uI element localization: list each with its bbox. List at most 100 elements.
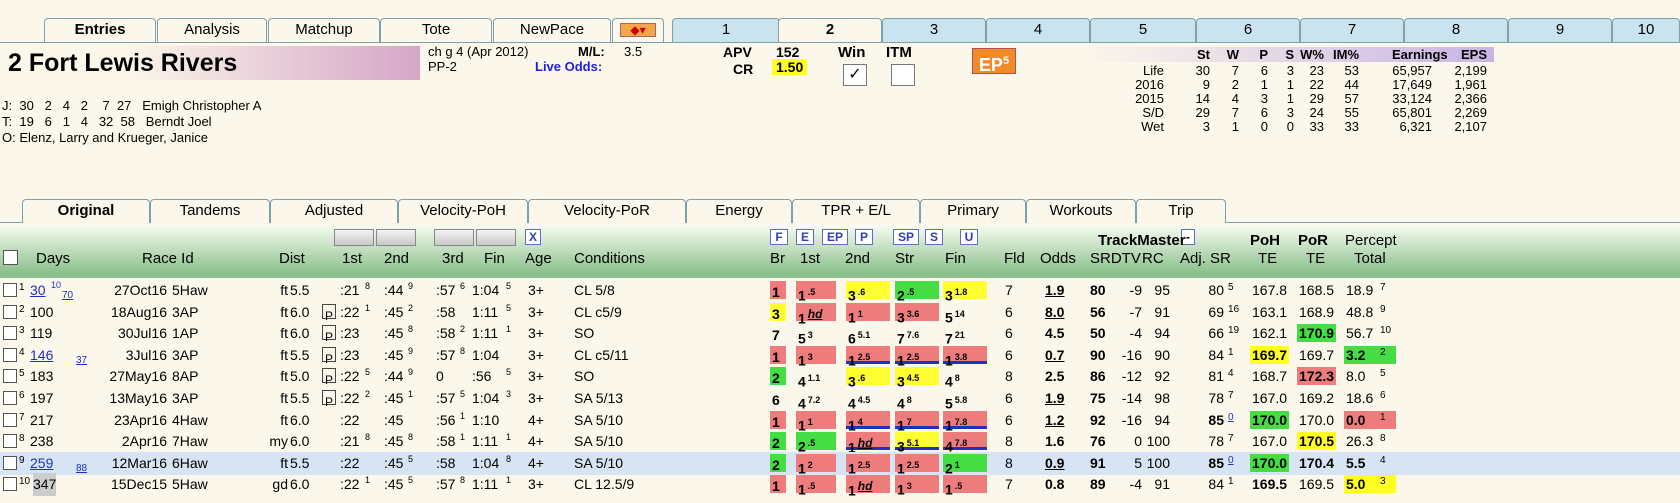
col-race-id[interactable]: Race Id — [142, 250, 194, 267]
col-percept[interactable]: Percept — [1345, 232, 1397, 249]
horse-tab-6[interactable]: 6 — [1196, 18, 1300, 42]
subtab-trip[interactable]: Trip — [1136, 199, 1226, 223]
horse-tab-2[interactable]: 2 — [778, 18, 882, 42]
row-checkbox[interactable] — [3, 434, 17, 449]
days-cell[interactable]: 30 — [30, 279, 46, 302]
col-age[interactable]: Age — [525, 250, 552, 267]
days-cell[interactable]: 347 — [33, 473, 57, 497]
days-cell[interactable]: 197 — [30, 387, 53, 410]
col-dist[interactable]: Dist — [279, 250, 305, 267]
style-button-u[interactable]: U — [960, 229, 978, 245]
odds[interactable]: 1.9 — [1045, 387, 1064, 410]
horse-tab-8[interactable]: 8 — [1404, 18, 1508, 42]
odds[interactable]: 0.9 — [1045, 452, 1064, 475]
days-cell[interactable]: 217 — [30, 409, 53, 432]
itm-checkbox[interactable] — [891, 64, 915, 86]
col-poh[interactable]: PoH — [1250, 232, 1280, 249]
horse-tab-7[interactable]: 7 — [1300, 18, 1404, 42]
row-checkbox[interactable] — [3, 455, 17, 470]
race-date[interactable]: 15Dec15 — [100, 473, 167, 496]
race-row[interactable]: 4 146 37 3Jul16 3AP ft 5.5 P:23:45 9:57 8 1:04 3+ CL… — [0, 344, 1680, 368]
subtab-tandems[interactable]: Tandems — [150, 199, 270, 223]
col-b2nd[interactable]: 2nd — [845, 250, 870, 267]
col-por[interactable]: PoR — [1298, 232, 1328, 249]
subtab-velocity-poh[interactable]: Velocity-PoH — [398, 199, 528, 223]
horse-tab-10[interactable]: 10 — [1612, 18, 1680, 42]
subtab-velocity-por[interactable]: Velocity-PoR — [528, 199, 686, 223]
race-date[interactable]: 13May16 — [100, 387, 167, 410]
days-cell[interactable]: 183 — [30, 365, 53, 388]
style-button-p[interactable]: P — [855, 229, 873, 245]
style-button-e[interactable]: E — [796, 229, 814, 245]
horse-tab-3[interactable]: 3 — [882, 18, 986, 42]
odds[interactable]: 8.0 — [1045, 301, 1064, 324]
col-rc[interactable]: RC — [1142, 250, 1164, 267]
row-checkbox[interactable] — [3, 326, 17, 341]
horse-tab-4[interactable]: 4 — [986, 18, 1090, 42]
odds[interactable]: 1.9 — [1045, 279, 1064, 302]
col-1st[interactable]: 1st — [342, 250, 362, 267]
style-button-s[interactable]: S — [925, 229, 943, 245]
ep-badge[interactable]: EP5 — [972, 48, 1016, 75]
horse-tab-9[interactable]: 9 — [1508, 18, 1612, 42]
col-2nd[interactable]: 2nd — [384, 250, 409, 267]
subtab-energy[interactable]: Energy — [686, 199, 792, 223]
subtab-tpr-e-l[interactable]: TPR + E/L — [792, 199, 920, 223]
race-date[interactable]: 18Aug16 — [100, 301, 167, 324]
subtab-original[interactable]: Original — [22, 199, 150, 223]
subtab-workouts[interactable]: Workouts — [1026, 199, 1136, 223]
row-checkbox[interactable] — [3, 283, 17, 297]
tab-matchup[interactable]: Matchup — [268, 18, 380, 42]
odds[interactable]: 0.8 — [1045, 473, 1064, 496]
odds[interactable]: 0.7 — [1045, 344, 1064, 367]
win-checkbox[interactable]: ✓ — [843, 64, 867, 86]
col-str[interactable]: Str — [895, 250, 914, 267]
flag-tab[interactable]: ◆▾ — [612, 18, 664, 42]
race-row[interactable]: 5 183 27May16 8AP ft 5.0 P:22 5:44 9 0:56 5 3+ SO 2 4 1… — [0, 365, 1680, 390]
subtab-adjusted[interactable]: Adjusted — [270, 199, 398, 223]
race-row[interactable]: 8 238 2Apr16 7Haw my 6.0:21 8:45 8:58 1 1:11 1 4+ SA… — [0, 430, 1680, 456]
col-3rd[interactable]: 3rd — [442, 250, 464, 267]
col-b1st[interactable]: 1st — [800, 250, 820, 267]
style-button-ep[interactable]: EP — [822, 229, 848, 245]
days-cell[interactable]: 119 — [30, 322, 52, 345]
col-bfin[interactable]: Fin — [945, 250, 966, 267]
days-cell[interactable]: 238 — [30, 430, 53, 453]
odds[interactable]: 1.2 — [1045, 409, 1064, 432]
days-cell[interactable]: 146 — [30, 344, 53, 367]
race-date[interactable]: 23Apr16 — [100, 409, 167, 432]
select-all-checkbox[interactable] — [3, 250, 18, 265]
row-checkbox[interactable] — [3, 412, 17, 427]
tab-newpace[interactable]: NewPace — [493, 18, 611, 42]
col-fld[interactable]: Fld — [1004, 250, 1025, 267]
col-days[interactable]: Days — [36, 250, 70, 267]
race-date[interactable]: 12Mar16 — [100, 452, 167, 475]
col-br[interactable]: Br — [770, 250, 785, 267]
style-button-f[interactable]: F — [770, 229, 788, 245]
days-cell[interactable]: 259 — [30, 452, 53, 475]
race-row[interactable]: 10 347 15Dec15 5Haw gd 6.0:22 1:45 5:57 8 1:11 1 3+… — [0, 473, 1680, 499]
row-checkbox[interactable] — [3, 391, 17, 405]
odds[interactable]: 1.6 — [1045, 430, 1064, 453]
race-date[interactable]: 27May16 — [100, 365, 167, 388]
race-row[interactable]: 2 100 18Aug16 3AP ft 6.0 P:22 1:45 2:58 1:11 5 3+ CL… — [0, 301, 1680, 326]
col-odds[interactable]: Odds — [1040, 250, 1076, 267]
tab-tote[interactable]: Tote — [380, 18, 492, 42]
style-button-sp[interactable]: SP — [893, 229, 919, 245]
race-row[interactable]: 7 217 23Apr16 4Haw ft 6.0:22:45:56 1 1:10 4+ SA 5… — [0, 409, 1680, 433]
header-button-fin[interactable] — [476, 229, 516, 246]
col-adj-sr[interactable]: Adj. SR — [1180, 250, 1231, 267]
odds[interactable]: 2.5 — [1045, 365, 1064, 388]
race-row[interactable]: 9 259 88 12Mar16 6Haw ft 5.5:22:45 5:58 1:04 8 4+ S… — [0, 451, 1680, 476]
race-date[interactable]: 2Apr16 — [100, 430, 167, 453]
race-date[interactable]: 30Jul16 — [100, 322, 167, 345]
days-cell[interactable]: 100 — [30, 301, 53, 324]
race-date[interactable]: 3Jul16 — [100, 344, 167, 367]
race-row[interactable]: 1 30 10 70 27Oct16 5Haw ft 5.5:21 8:44 9:57 6 1:04 5… — [0, 279, 1680, 304]
race-row[interactable]: 3 119 30Jul16 1AP ft 6.0 P:23:45 8:58 2 1:11 1 3+ SO… — [0, 322, 1680, 347]
header-button-1st[interactable] — [334, 229, 374, 246]
col-srdtv[interactable]: SRDTV — [1090, 250, 1141, 267]
race-date[interactable]: 27Oct16 — [100, 279, 167, 302]
subtab-primary[interactable]: Primary — [920, 199, 1026, 223]
odds[interactable]: 4.5 — [1045, 322, 1064, 345]
